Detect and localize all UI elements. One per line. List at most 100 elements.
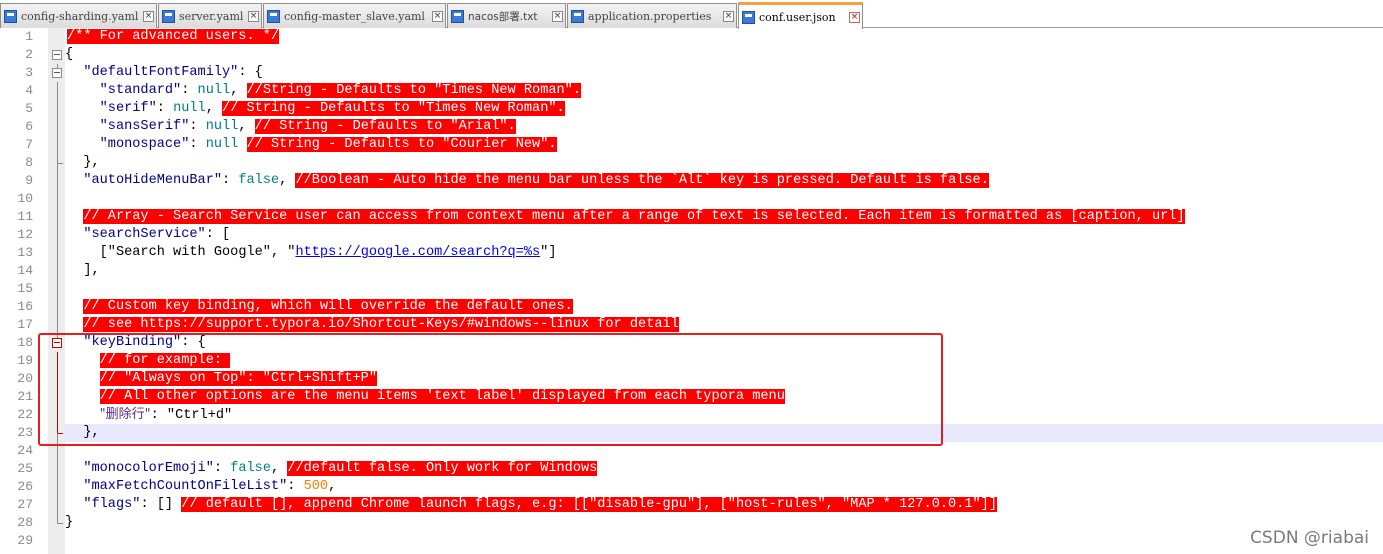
comment: // String - Defaults to "Times New Roman… bbox=[222, 101, 565, 116]
json-value: false bbox=[238, 173, 280, 188]
fold-line bbox=[57, 190, 58, 208]
code-line: 12 "searchService": [ bbox=[0, 226, 1383, 244]
line-number: 5 bbox=[25, 101, 33, 116]
punct: : { bbox=[181, 335, 206, 350]
line-number: 6 bbox=[25, 119, 33, 134]
comment: //Boolean - Auto hide the menu bar unles… bbox=[295, 173, 989, 188]
line-number: 2 bbox=[25, 47, 33, 62]
close-icon[interactable]: × bbox=[248, 10, 259, 22]
code-line: 24 bbox=[0, 442, 1383, 460]
code-line: 11 // Array - Search Service user can ac… bbox=[0, 208, 1383, 226]
punct: : bbox=[213, 461, 231, 476]
line-content: "serif": null, // String - Defaults to "… bbox=[67, 100, 565, 118]
comment: // for example: bbox=[99, 353, 231, 368]
close-icon[interactable]: × bbox=[432, 10, 443, 22]
line-content: /** For advanced users. */ bbox=[67, 28, 280, 46]
line-number: 16 bbox=[17, 299, 33, 314]
json-key: "sansSerif" bbox=[99, 119, 190, 134]
json-value: null bbox=[205, 119, 239, 134]
fold-line bbox=[57, 136, 58, 154]
fold-line bbox=[57, 424, 58, 433]
fold-line bbox=[57, 262, 58, 280]
tab-label: config-sharding.yaml bbox=[21, 9, 139, 23]
fold-toggle-icon[interactable] bbox=[52, 68, 62, 78]
code-line: 4 "standard": null, //String - Defaults … bbox=[0, 82, 1383, 100]
code-line: 5 "serif": null, // String - Defaults to… bbox=[0, 100, 1383, 118]
code-line: 25 "monocolorEmoji": false, //default fa… bbox=[0, 460, 1383, 478]
comment: // default [], append Chrome launch flag… bbox=[181, 497, 997, 512]
tab-nacos[interactable]: nacos部署.txt × bbox=[447, 3, 566, 28]
code-lines: 1 /** For advanced users. */ 2 { 3 "defa… bbox=[0, 28, 1383, 550]
fold-toggle-icon[interactable] bbox=[52, 338, 62, 348]
close-icon[interactable]: × bbox=[849, 11, 860, 23]
line-number: 7 bbox=[25, 137, 33, 152]
punct: } bbox=[65, 515, 74, 530]
close-icon[interactable]: × bbox=[143, 10, 154, 22]
line-number: 14 bbox=[17, 263, 33, 278]
line-content: { bbox=[65, 46, 73, 64]
line-number: 8 bbox=[25, 155, 33, 170]
comment: //default false. Only work for Windows bbox=[287, 461, 598, 476]
code-line: 1 /** For advanced users. */ bbox=[0, 28, 1383, 46]
fold-line bbox=[57, 208, 58, 226]
code-line: 7 "monospace": null // String - Defaults… bbox=[0, 136, 1383, 154]
comment: //String - Defaults to "Times New Roman"… bbox=[246, 83, 581, 98]
code-line: 8 }, bbox=[0, 154, 1383, 172]
punct: : bbox=[222, 173, 239, 188]
fold-line bbox=[57, 172, 58, 190]
line-number: 12 bbox=[17, 227, 33, 242]
close-icon[interactable]: × bbox=[723, 10, 734, 22]
json-value: null bbox=[173, 101, 206, 116]
punct: : bbox=[189, 119, 206, 134]
line-content: // for example: bbox=[67, 352, 231, 370]
line-content: // All other options are the menu items … bbox=[67, 388, 785, 406]
close-icon[interactable]: × bbox=[552, 10, 563, 22]
line-number: 21 bbox=[17, 389, 33, 404]
line-number: 10 bbox=[17, 191, 33, 206]
line-content: "autoHideMenuBar": false, //Boolean - Au… bbox=[67, 172, 989, 190]
tab-application-properties[interactable]: application.properties × bbox=[567, 3, 737, 28]
file-icon bbox=[571, 9, 584, 23]
punct: : bbox=[181, 83, 198, 98]
comment: // All other options are the menu items … bbox=[99, 389, 785, 404]
string: "] bbox=[540, 245, 557, 260]
tab-config-master-slave[interactable]: config-master_slave.yaml × bbox=[263, 3, 446, 28]
tab-label: conf.user.json bbox=[759, 10, 836, 24]
code-line: 21 // All other options are the menu ite… bbox=[0, 388, 1383, 406]
fold-toggle-icon[interactable] bbox=[52, 50, 62, 60]
punct: : [] bbox=[140, 497, 182, 512]
file-icon bbox=[162, 9, 175, 23]
tab-label: application.properties bbox=[588, 9, 712, 23]
code-line: 28 } bbox=[0, 514, 1383, 532]
line-content: // "Always on Top": "Ctrl+Shift+P" bbox=[67, 370, 377, 388]
line-number: 19 bbox=[17, 353, 33, 368]
file-icon bbox=[742, 10, 755, 24]
line-content: }, bbox=[67, 424, 99, 442]
line-content: "maxFetchCountOnFileList": 500, bbox=[67, 478, 336, 496]
line-number: 27 bbox=[17, 497, 33, 512]
json-value: null bbox=[205, 137, 239, 152]
code-line: 3 "defaultFontFamily": { bbox=[0, 64, 1383, 82]
code-line: 27 "flags": [] // default [], append Chr… bbox=[0, 496, 1383, 514]
json-key: "searchService" bbox=[83, 227, 206, 242]
fold-line bbox=[57, 352, 58, 370]
fold-line bbox=[57, 280, 58, 298]
json-key: "standard" bbox=[99, 83, 182, 98]
fold-line bbox=[57, 226, 58, 244]
file-icon bbox=[267, 9, 280, 23]
punct: : [ bbox=[205, 227, 231, 242]
url-link[interactable]: https://google.com/search?q=%s bbox=[295, 245, 540, 260]
code-line: 26 "maxFetchCountOnFileList": 500, bbox=[0, 478, 1383, 496]
line-number: 29 bbox=[17, 533, 33, 548]
editor[interactable]: 1 /** For advanced users. */ 2 { 3 "defa… bbox=[0, 28, 1383, 554]
comment: // String - Defaults to "Courier New". bbox=[246, 137, 557, 152]
code-line: 13 ["Search with Google", "https://googl… bbox=[0, 244, 1383, 262]
json-key: "monocolorEmoji" bbox=[83, 461, 214, 476]
tab-server[interactable]: server.yaml × bbox=[158, 3, 262, 28]
punct: : bbox=[189, 137, 206, 152]
tab-conf-user-json[interactable]: conf.user.json × bbox=[738, 2, 863, 29]
line-content: "sansSerif": null, // String - Defaults … bbox=[67, 118, 516, 136]
code-line: 29 bbox=[0, 532, 1383, 550]
tab-config-sharding[interactable]: config-sharding.yaml × bbox=[0, 3, 157, 28]
punct: , bbox=[238, 119, 255, 134]
